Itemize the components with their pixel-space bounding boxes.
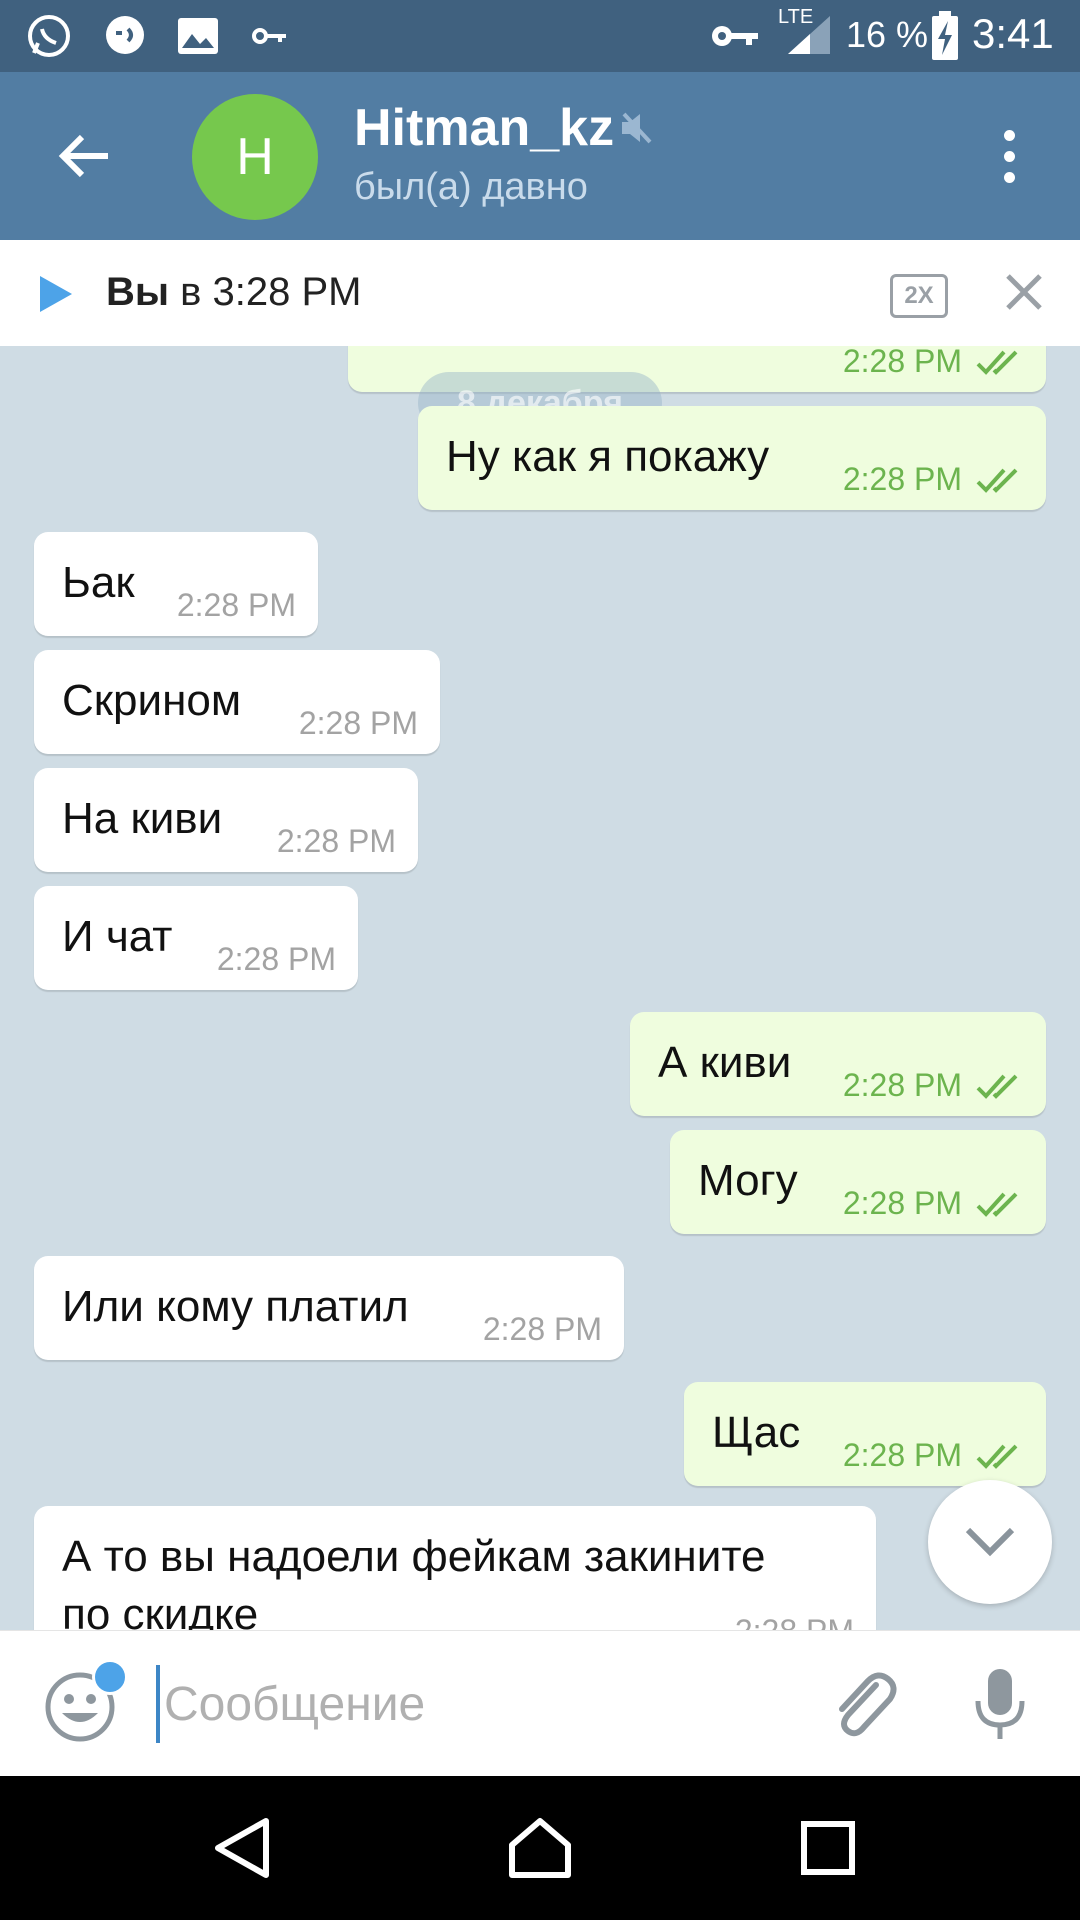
message-time: 2:28 PM [276,823,396,859]
nav-recents-button[interactable] [788,1808,868,1888]
chevron-down-icon [965,1527,1015,1557]
message-bubble-incoming[interactable]: Или кому платил 2:28 PM [34,1256,624,1360]
message-text: Скрином [62,676,242,725]
paperclip-icon [839,1672,897,1737]
message-text: И чат [62,912,173,961]
back-arrow-icon [58,134,108,178]
player-sender: Вы [106,270,170,314]
new-sticker-dot [92,1659,128,1695]
message-text: На киви [62,794,223,843]
message-time: 2:28 PM [842,461,962,497]
message-time: 2:28 PM [176,587,296,623]
voice-record-button[interactable] [972,1667,1028,1748]
double-check-icon [976,1444,1018,1469]
status-bar: LTE 16 % 3:41 [0,0,1080,72]
message-bubble-incoming[interactable]: А то вы надоели фейкам закините по скидк… [34,1506,876,1630]
dot [1003,129,1015,141]
message-bubble-outgoing[interactable]: А киви 2:28 PM [630,1012,1046,1116]
message-bubble-incoming[interactable]: Ьак 2:28 PM [34,532,318,636]
message-time: 2:28 PM [842,1185,962,1221]
message-time: 2:28 PM [216,941,336,977]
vpn-key-icon [710,10,760,62]
message-bubble-incoming[interactable]: И чат 2:28 PM [34,886,358,990]
chat-header: H Hitman_kz был(а) давно [0,72,1080,240]
dot [1003,171,1015,183]
last-seen-status: был(а) давно [354,166,588,208]
message-text: А то вы надоели фейкам закините [62,1532,766,1581]
more-options-button[interactable] [984,116,1034,196]
message-text-line-2: по скидке [62,1590,259,1630]
back-button[interactable] [44,116,124,196]
message-time: 2:28 PM [735,1613,854,1630]
player-label[interactable]: Вы в 3:28 PM [106,270,362,315]
avatar[interactable]: H [192,94,318,220]
double-check-icon [976,468,1018,493]
message-text: Могу [698,1156,798,1205]
chat-title[interactable]: Hitman_kz [354,98,614,158]
message-text: А киви [658,1038,792,1087]
muted-speaker-icon [618,110,654,151]
message-list[interactable]: 2:28 PM 8 декабря Ну как я покажу 2:28 P… [0,346,1080,1630]
player-time: в 3:28 PM [169,270,362,314]
playback-speed-button[interactable]: 2X [890,274,948,318]
double-check-icon [976,1192,1018,1217]
message-bubble-outgoing[interactable]: Могу 2:28 PM [670,1130,1046,1234]
message-bubble-incoming[interactable]: Скрином 2:28 PM [34,650,440,754]
message-time: 2:28 PM [842,346,962,379]
battery-charging-icon [930,10,960,62]
message-text: Щас [712,1408,801,1457]
gallery-icon [176,10,220,62]
nav-home-button[interactable] [500,1808,580,1888]
signal-icon [784,10,834,62]
double-check-icon [976,1074,1018,1099]
message-text: Ьак [62,558,135,607]
message-time: 2:28 PM [482,1311,602,1347]
message-bubble-outgoing[interactable]: Щас 2:28 PM [684,1382,1046,1486]
whatsapp-icon [26,10,72,62]
square-recents-icon [801,1821,855,1875]
message-composer [0,1630,1080,1777]
voice-player-bar: Вы в 3:28 PM 2X [0,240,1080,347]
message-text: Или кому платил [62,1282,409,1331]
messenger-icon [102,10,148,62]
message-input[interactable] [156,1665,806,1743]
close-icon [1006,274,1042,310]
message-bubble-outgoing[interactable]: Ну как я покажу 2:28 PM [418,406,1046,510]
key-icon [252,10,288,62]
system-navigation-bar [0,1776,1080,1920]
message-time: 2:28 PM [842,1437,962,1473]
message-bubble-incoming[interactable]: На киви 2:28 PM [34,768,418,872]
microphone-icon [975,1669,1025,1739]
message-time: 2:28 PM [842,1067,962,1103]
clock: 3:41 [972,10,1054,57]
play-icon[interactable] [38,274,74,319]
home-icon [509,1818,571,1878]
attach-button[interactable] [828,1667,898,1748]
message-text: Ну как я покажу [446,432,770,481]
battery-percentage: 16 % [846,14,929,55]
message-time: 2:28 PM [298,705,418,741]
double-check-icon [976,350,1018,375]
triangle-back-icon [215,1818,269,1878]
scroll-to-bottom-button[interactable] [928,1480,1052,1604]
close-player-button[interactable] [1002,270,1046,319]
nav-back-button[interactable] [202,1808,282,1888]
dot [1003,150,1015,162]
